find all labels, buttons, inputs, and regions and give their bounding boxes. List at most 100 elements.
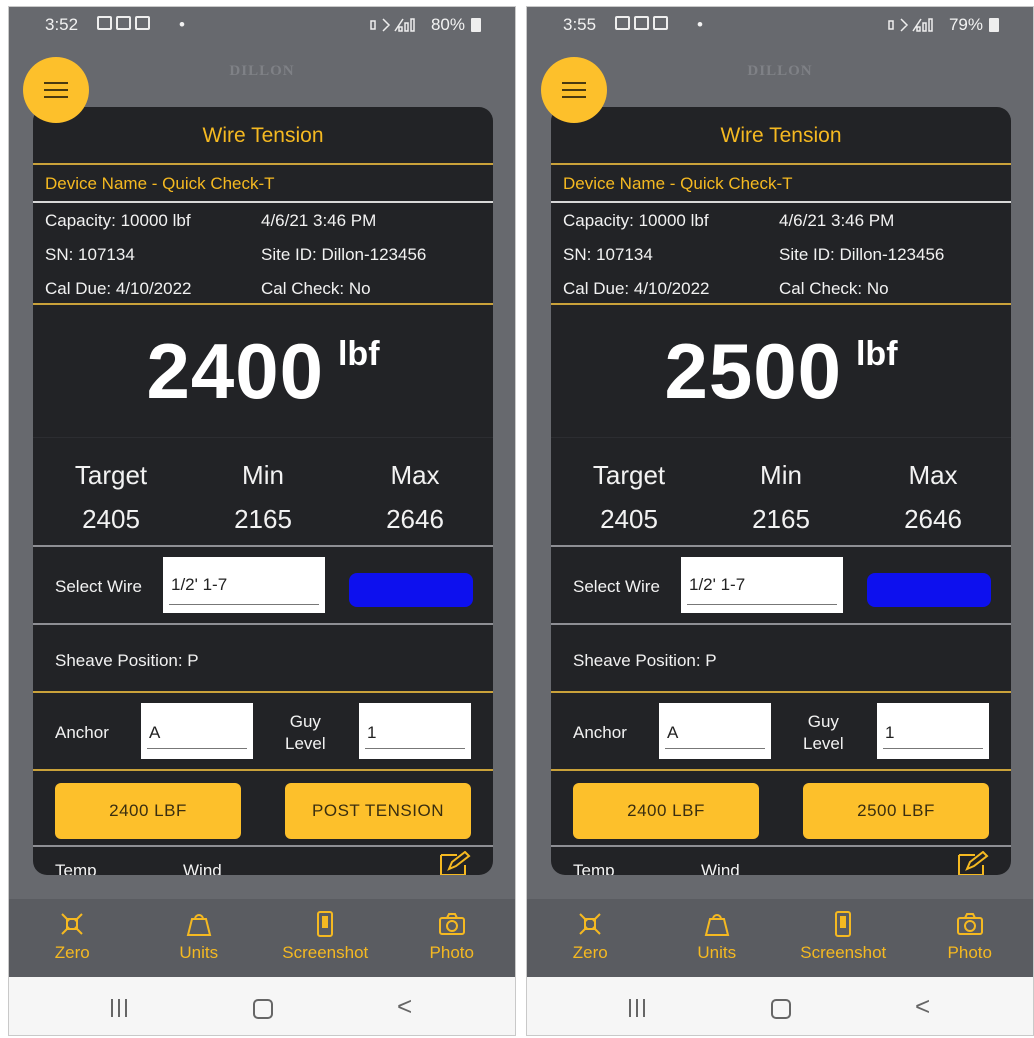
anchor-value: A bbox=[149, 723, 161, 742]
status-bar: 3:52 • 80% bbox=[9, 7, 515, 45]
min-label: Min bbox=[760, 460, 802, 490]
target-label: Target bbox=[592, 460, 666, 490]
home-button[interactable] bbox=[771, 999, 791, 1019]
nav-zero[interactable]: Zero bbox=[9, 899, 136, 977]
reading-unit: lbf bbox=[337, 335, 380, 373]
tension-card: Wire Tension Device Name - Quick Check-T… bbox=[33, 107, 493, 875]
max-value: 2646 bbox=[904, 504, 962, 534]
datetime: 4/6/21 3:46 PM bbox=[261, 211, 377, 230]
wire-color-chip[interactable] bbox=[349, 573, 473, 607]
edit-icon[interactable] bbox=[957, 850, 989, 875]
tension-reading: 2500 lbf bbox=[551, 305, 1011, 437]
target-value: 2405 bbox=[600, 504, 658, 534]
guy-level-value: 1 bbox=[885, 723, 895, 742]
phone-screen-right: 3:55 • 79% DILLON Wire Tension Device Na… bbox=[526, 6, 1034, 1036]
guy-level-value: 1 bbox=[367, 723, 377, 742]
target-value: 2405 bbox=[82, 504, 140, 534]
signal-wifi-icon bbox=[370, 18, 415, 32]
select-wire-label: Select Wire bbox=[573, 577, 660, 596]
sheave-row: Sheave Position: P bbox=[33, 625, 493, 693]
wire-input[interactable]: 1/2' 1-7 bbox=[681, 557, 843, 613]
min-label: Min bbox=[242, 460, 284, 490]
notification-icons bbox=[97, 16, 150, 30]
bottom-nav: Zero Units Screenshot Photo bbox=[9, 899, 515, 977]
max-label: Max bbox=[908, 460, 958, 490]
anchor-label: Anchor bbox=[55, 723, 109, 742]
nav-screenshot[interactable]: Screenshot bbox=[780, 899, 907, 977]
sheave-row: Sheave Position: P bbox=[551, 625, 1011, 693]
back-button[interactable]: < bbox=[915, 991, 930, 1022]
guy-level-input[interactable]: 1 bbox=[877, 703, 989, 759]
battery-percent: 80% bbox=[430, 15, 465, 34]
temp-label: Temp bbox=[55, 861, 97, 875]
status-right: 79% bbox=[887, 15, 999, 35]
notification-icon bbox=[615, 16, 630, 30]
target-label: Target bbox=[74, 460, 148, 490]
post-tension-button[interactable]: POST TENSION bbox=[285, 783, 471, 839]
hamburger-icon bbox=[562, 82, 586, 84]
min-value: 2165 bbox=[234, 504, 292, 534]
wire-value: 1/2' 1-7 bbox=[689, 575, 746, 594]
phone-icon bbox=[833, 911, 853, 937]
card-title: Wire Tension bbox=[551, 107, 1011, 165]
capacity: Capacity: 10000 lbf bbox=[563, 211, 709, 230]
guy-level-label: Guy Level bbox=[803, 712, 844, 753]
serial-number: SN: 107134 bbox=[563, 245, 653, 264]
notification-icon bbox=[116, 16, 131, 30]
anchor-input[interactable]: A bbox=[659, 703, 771, 759]
back-button[interactable]: < bbox=[397, 991, 412, 1022]
reading-value: 2500 bbox=[664, 326, 842, 415]
menu-button[interactable] bbox=[541, 57, 607, 123]
guy-level-input[interactable]: 1 bbox=[359, 703, 471, 759]
nav-screenshot[interactable]: Screenshot bbox=[262, 899, 389, 977]
zero-icon bbox=[577, 911, 603, 937]
home-button[interactable] bbox=[253, 999, 273, 1019]
temp-wind-row: Temp Wind bbox=[551, 847, 1011, 875]
device-info: Capacity: 10000 lbf 4/6/21 3:46 PM SN: 1… bbox=[551, 203, 1011, 305]
notification-icon bbox=[135, 16, 150, 30]
cal-due: Cal Due: 4/10/2022 bbox=[563, 279, 710, 298]
guy-level-label: Guy Level bbox=[285, 712, 326, 753]
nav-zero[interactable]: Zero bbox=[527, 899, 654, 977]
status-dot: • bbox=[697, 15, 703, 34]
status-time: 3:55 bbox=[563, 15, 597, 34]
nav-photo[interactable]: Photo bbox=[907, 899, 1034, 977]
status-right: 80% bbox=[369, 15, 481, 35]
status-dot: • bbox=[179, 15, 185, 34]
status-time: 3:52 bbox=[45, 15, 79, 34]
record-button-right[interactable]: 2500 LBF bbox=[803, 783, 989, 839]
record-button-left[interactable]: 2400 LBF bbox=[573, 783, 759, 839]
edit-icon[interactable] bbox=[439, 850, 471, 875]
sheave-position: Sheave Position: P bbox=[55, 651, 199, 670]
notification-icon bbox=[97, 16, 112, 30]
recents-button[interactable] bbox=[629, 999, 645, 1017]
wire-value: 1/2' 1-7 bbox=[171, 575, 228, 594]
wind-label: Wind bbox=[183, 861, 222, 875]
device-name: Device Name - Quick Check-T bbox=[33, 165, 493, 203]
menu-button[interactable] bbox=[23, 57, 89, 123]
nav-units[interactable]: Units bbox=[136, 899, 263, 977]
record-button-left[interactable]: 2400 LBF bbox=[55, 783, 241, 839]
anchor-row: Anchor A Guy Level 1 bbox=[551, 693, 1011, 771]
wind-label: Wind bbox=[701, 861, 740, 875]
notification-icons bbox=[615, 16, 668, 30]
recents-button[interactable] bbox=[111, 999, 127, 1017]
phone-screen-left: 3:52 • 80% DILLON Wire Tension Device Na… bbox=[8, 6, 516, 1036]
wire-input[interactable]: 1/2' 1-7 bbox=[163, 557, 325, 613]
anchor-input[interactable]: A bbox=[141, 703, 253, 759]
cal-due: Cal Due: 4/10/2022 bbox=[45, 279, 192, 298]
cal-check: Cal Check: No bbox=[261, 279, 371, 298]
action-buttons: 2400 LBF POST TENSION bbox=[33, 771, 493, 847]
nav-units[interactable]: Units bbox=[654, 899, 781, 977]
bottom-nav: Zero Units Screenshot Photo bbox=[527, 899, 1033, 977]
battery-percent: 79% bbox=[948, 15, 983, 34]
anchor-row: Anchor A Guy Level 1 bbox=[33, 693, 493, 771]
zero-icon bbox=[59, 911, 85, 937]
wire-color-chip[interactable] bbox=[867, 573, 991, 607]
site-id: Site ID: Dillon-123456 bbox=[779, 245, 945, 264]
weight-icon bbox=[704, 911, 730, 937]
nav-photo[interactable]: Photo bbox=[389, 899, 516, 977]
action-buttons: 2400 LBF 2500 LBF bbox=[551, 771, 1011, 847]
max-value: 2646 bbox=[386, 504, 444, 534]
anchor-label: Anchor bbox=[573, 723, 627, 742]
